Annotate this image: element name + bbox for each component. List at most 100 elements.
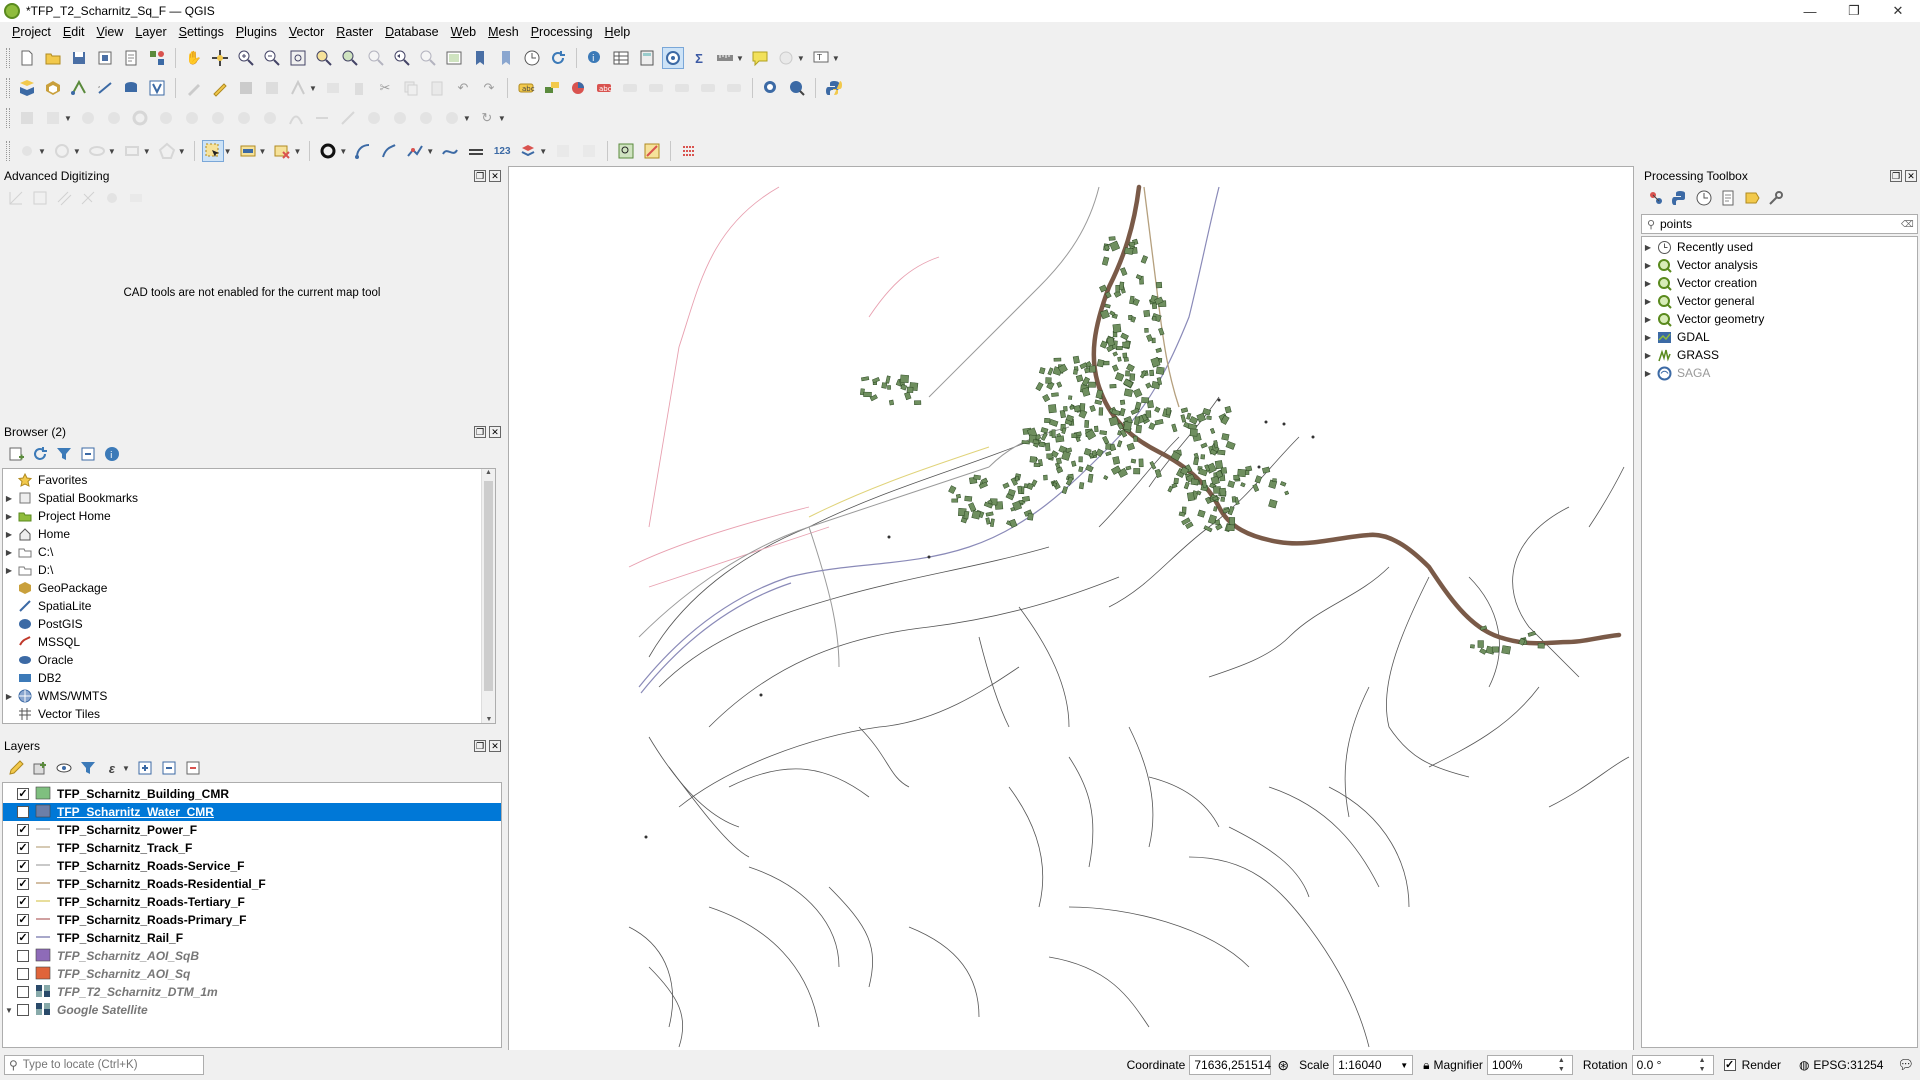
close-panel-icon[interactable]: ✕ <box>489 426 501 438</box>
processing-provider-item[interactable]: ▶ GDAL <box>1642 328 1917 346</box>
refresh-browser-icon[interactable] <box>30 444 50 464</box>
expand-all-icon[interactable] <box>135 758 155 778</box>
expand-arrow-icon[interactable]: ▶ <box>1642 261 1654 270</box>
toggle-extents-icon[interactable]: ⊛ <box>1277 1057 1289 1074</box>
map-rendering[interactable] <box>509 167 1635 1053</box>
layer-visibility-checkbox[interactable] <box>17 950 29 962</box>
select-features-icon[interactable] <box>201 140 224 162</box>
toolbar-handle[interactable] <box>6 78 10 98</box>
save-project-icon[interactable] <box>68 47 90 69</box>
layer-row[interactable]: ✓ TFP_Scharnitz_Roads-Tertiary_F <box>3 893 501 911</box>
scroll-up-icon[interactable]: ▲ <box>482 469 495 476</box>
filter-browser-icon[interactable] <box>54 444 74 464</box>
options-icon[interactable] <box>1766 188 1786 208</box>
menu-help[interactable]: Help <box>599 22 637 43</box>
processing-provider-item[interactable]: ▶ Vector creation <box>1642 274 1917 292</box>
layer-visibility-checkbox[interactable] <box>17 1004 29 1016</box>
expand-arrow-icon[interactable]: ▶ <box>1642 297 1654 306</box>
browser-scrollbar[interactable]: ▲ ▼ <box>481 469 495 723</box>
diagram-options-icon[interactable] <box>567 77 589 99</box>
attribute-table-icon[interactable] <box>610 47 632 69</box>
browser-item[interactable]: Vector Tiles <box>3 705 495 723</box>
layer-visibility-checkbox[interactable]: ✓ <box>17 860 29 872</box>
zoom-out-icon[interactable] <box>261 47 283 69</box>
freehand-tool-icon[interactable] <box>404 140 426 162</box>
menu-vector[interactable]: Vector <box>283 22 330 43</box>
browser-item[interactable]: Favorites <box>3 471 495 489</box>
save-as-icon[interactable] <box>94 47 116 69</box>
close-button[interactable]: ✕ <box>1876 0 1920 22</box>
edit-features-in-place-icon[interactable] <box>1742 188 1762 208</box>
undock-icon[interactable]: ❐ <box>474 740 486 752</box>
toggle-editing-icon[interactable] <box>209 77 231 99</box>
python-console-icon[interactable] <box>823 77 845 99</box>
browser-item[interactable]: SpatiaLite <box>3 597 495 615</box>
road-icon[interactable] <box>465 140 487 162</box>
processing-toolbox-icon[interactable] <box>662 47 684 69</box>
temporal-controller-icon[interactable] <box>521 47 543 69</box>
layer-visibility-checkbox[interactable] <box>17 986 29 998</box>
expand-arrow-icon[interactable]: ▶ <box>3 566 15 575</box>
text-annotation-icon[interactable]: T <box>810 47 832 69</box>
new-geopackage-layer-icon[interactable] <box>42 77 64 99</box>
expand-arrow-icon[interactable]: ▶ <box>1642 315 1654 324</box>
layer-visibility-checkbox[interactable]: ✓ <box>17 896 29 908</box>
gps-tracks-icon[interactable] <box>678 140 700 162</box>
scroll-down-icon[interactable]: ▼ <box>482 716 496 723</box>
curve-tool-icon[interactable] <box>352 140 374 162</box>
layer-row[interactable]: ✓ TFP_Scharnitz_Water_CMR <box>3 803 501 821</box>
layer-row[interactable]: TFP_Scharnitz_AOI_Sq <box>3 965 501 983</box>
processing-provider-item[interactable]: ▶ GRASS <box>1642 346 1917 364</box>
layer-visibility-checkbox[interactable]: ✓ <box>17 788 29 800</box>
layer-row[interactable]: ✓ TFP_Scharnitz_Track_F <box>3 839 501 857</box>
zoom-layer-icon[interactable] <box>339 47 361 69</box>
filter-expression-icon[interactable]: ε <box>102 758 122 778</box>
layer-visibility-checkbox[interactable]: ✓ <box>17 806 29 818</box>
undock-icon[interactable]: ❐ <box>474 170 486 182</box>
layer-visibility-checkbox[interactable]: ✓ <box>17 842 29 854</box>
add-spatialite-icon[interactable] <box>120 77 142 99</box>
manage-map-themes-icon[interactable] <box>54 758 74 778</box>
expand-arrow-icon[interactable]: ▶ <box>3 692 15 701</box>
bezier-tool-icon[interactable] <box>378 140 400 162</box>
field-calculator-icon[interactable] <box>636 47 658 69</box>
menu-settings[interactable]: Settings <box>173 22 230 43</box>
minimize-button[interactable]: — <box>1788 0 1832 22</box>
new-project-icon[interactable] <box>16 47 38 69</box>
menu-plugins[interactable]: Plugins <box>230 22 283 43</box>
deselect-features-icon[interactable] <box>271 140 293 162</box>
processing-provider-item[interactable]: ▶ Vector general <box>1642 292 1917 310</box>
browser-item[interactable]: ▶ Spatial Bookmarks <box>3 489 495 507</box>
expand-arrow-icon[interactable]: ▶ <box>3 530 15 539</box>
lock-scale-icon[interactable]: 🔒︎ <box>1423 1058 1429 1073</box>
select-by-value-icon[interactable] <box>237 140 259 162</box>
layer-visibility-checkbox[interactable]: ✓ <box>17 878 29 890</box>
layer-visibility-checkbox[interactable] <box>17 968 29 980</box>
browser-item[interactable]: ▶ C:\ <box>3 543 495 561</box>
expand-arrow-icon[interactable]: ▼ <box>3 1006 15 1015</box>
layer-row[interactable]: ✓ TFP_Scharnitz_Roads-Service_F <box>3 857 501 875</box>
layer-row[interactable]: ▼ Google Satellite <box>3 1001 501 1019</box>
collapse-all-icon[interactable] <box>159 758 179 778</box>
menu-mesh[interactable]: Mesh <box>482 22 525 43</box>
map-tips-icon[interactable] <box>749 47 771 69</box>
chevron-down-icon[interactable]: ▼ <box>1400 1061 1408 1070</box>
crs-icon[interactable]: ◍ <box>1799 1058 1809 1072</box>
refresh-icon[interactable] <box>547 47 569 69</box>
browser-item[interactable]: MSSQL <box>3 633 495 651</box>
browser-item[interactable]: Oracle <box>3 651 495 669</box>
spin-arrows-icon[interactable]: ▲ ▼ <box>1699 1056 1709 1074</box>
models-icon[interactable] <box>1646 188 1666 208</box>
layer-visibility-checkbox[interactable]: ✓ <box>17 824 29 836</box>
processing-provider-item[interactable]: ▶ Recently used <box>1642 238 1917 256</box>
browser-item[interactable]: ▶ WMS/WMTS <box>3 687 495 705</box>
show-bookmarks-icon[interactable] <box>495 47 517 69</box>
expand-arrow-icon[interactable]: ▶ <box>3 548 15 557</box>
layer-row[interactable]: ✓ TFP_Scharnitz_Building_CMR <box>3 785 501 803</box>
zoom-full-icon[interactable] <box>287 47 309 69</box>
magnifier-spinbox[interactable]: 100% ▲ ▼ <box>1486 1055 1573 1075</box>
layer-visibility-checkbox[interactable]: ✓ <box>17 914 29 926</box>
expand-arrow-icon[interactable]: ▶ <box>1642 279 1654 288</box>
expand-arrow-icon[interactable]: ▶ <box>1642 369 1654 378</box>
label-toolbar-icon[interactable]: abc <box>515 77 537 99</box>
